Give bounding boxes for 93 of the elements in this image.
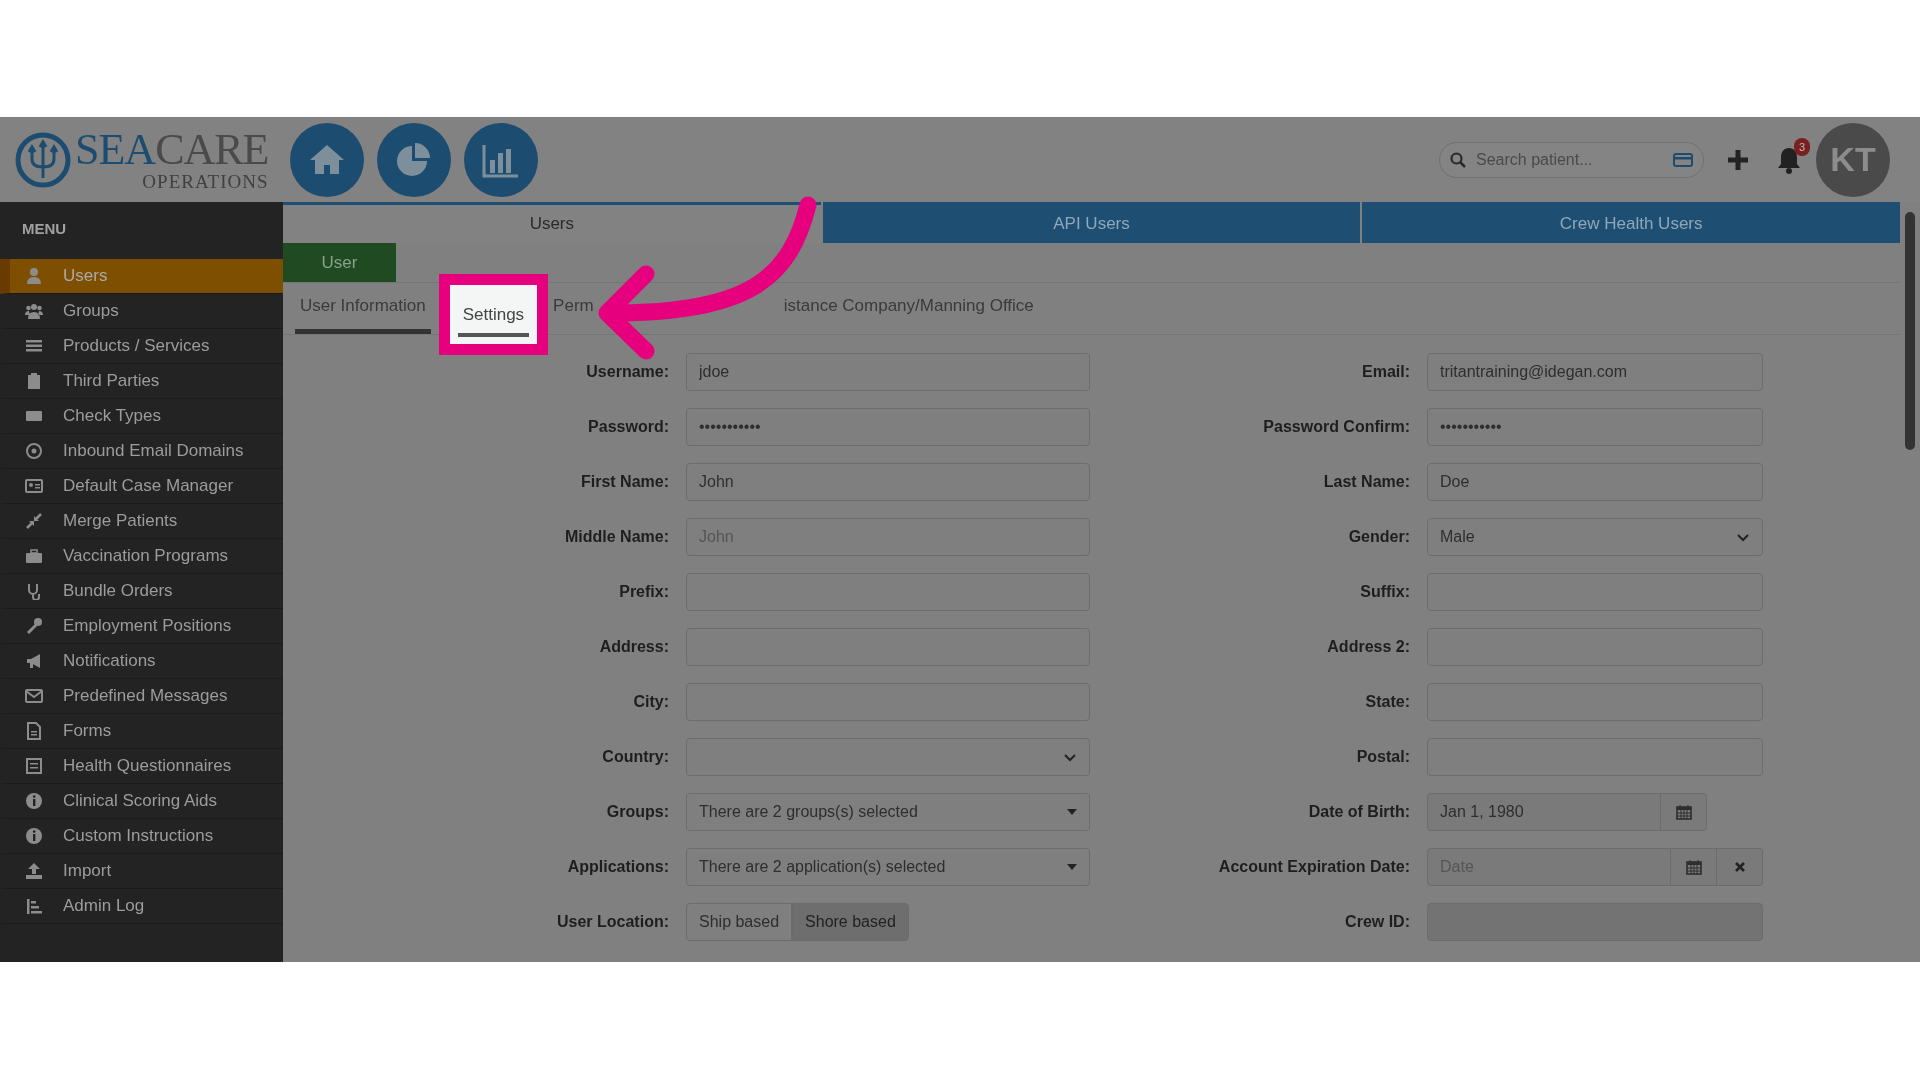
- tab[interactable]: Settings: [438, 274, 549, 355]
- field-label: Postal:: [1356, 747, 1410, 767]
- brand-name: SEACARE: [75, 128, 269, 172]
- field-label: First Name:: [580, 472, 669, 492]
- close-icon: [1733, 861, 1746, 873]
- sidebar-item[interactable]: Forms: [0, 713, 283, 749]
- field-label: Prefix:: [619, 582, 669, 602]
- sidebar-item[interactable]: Health Questionnaires: [0, 748, 283, 784]
- info-icon: [25, 791, 43, 810]
- dropdown[interactable]: [686, 738, 1090, 776]
- sidebar-item[interactable]: Admin Log: [0, 888, 283, 924]
- sidebar-item[interactable]: Merge Patients: [0, 503, 283, 539]
- input-field[interactable]: •••••••••••: [686, 408, 1090, 446]
- user-button[interactable]: User: [283, 243, 396, 282]
- tab[interactable]: Crew Health Users: [1362, 202, 1900, 243]
- user-avatar[interactable]: KT: [1816, 122, 1890, 197]
- sidebar-item[interactable]: Default Case Manager: [0, 468, 283, 504]
- toggle-option[interactable]: Shore based: [792, 903, 909, 941]
- field-label: Suffix:: [1360, 582, 1410, 602]
- id-card-icon: [25, 476, 43, 495]
- sidebar-item[interactable]: Check Types: [0, 398, 283, 434]
- brand-tagline: OPERATIONS: [141, 172, 269, 191]
- field-label: Password:: [588, 417, 669, 437]
- caret-icon: [1067, 809, 1077, 815]
- caret-icon: [1067, 864, 1077, 870]
- briefcase-icon: [25, 546, 43, 565]
- menu-title: MENU: [21, 219, 68, 239]
- sidebar-item[interactable]: Employment Positions: [0, 608, 283, 644]
- field-label: User Location:: [557, 912, 669, 932]
- dropdown[interactable]: Male: [1427, 518, 1763, 556]
- field-label: Last Name:: [1323, 472, 1410, 492]
- field-label: Groups:: [606, 802, 669, 822]
- calendar-button[interactable]: [1661, 793, 1707, 831]
- field-label: Email:: [1362, 362, 1410, 382]
- input-field[interactable]: •••••••••••: [1427, 408, 1763, 446]
- date-field[interactable]: Jan 1, 1980: [1427, 793, 1661, 831]
- dropdown[interactable]: There are 2 application(s) selected: [686, 848, 1090, 886]
- sidebar-item[interactable]: Notifications: [0, 643, 283, 679]
- sidebar-item[interactable]: Inbound Email Domains: [0, 433, 283, 469]
- search-field[interactable]: Search patient...: [1439, 141, 1704, 178]
- sidebar-item[interactable]: Clinical Scoring Aids: [0, 783, 283, 819]
- field-label: Password Confirm:: [1263, 417, 1410, 437]
- trident-logo-icon: [15, 131, 71, 188]
- sidebar-item[interactable]: Products / Services: [0, 328, 283, 364]
- chevron-down-icon: [1736, 532, 1750, 542]
- field-label: City:: [633, 692, 669, 712]
- sidebar-item[interactable]: Custom Instructions: [0, 818, 283, 854]
- tab[interactable]: Perm: [548, 283, 599, 334]
- input-field[interactable]: John: [686, 463, 1090, 501]
- sidebar-item[interactable]: Bundle Orders: [0, 573, 283, 609]
- search-icon: [1450, 151, 1466, 168]
- info-icon: [25, 826, 43, 845]
- plus-icon[interactable]: [1726, 147, 1750, 172]
- tab[interactable]: API Users: [822, 202, 1361, 243]
- field-label: Country:: [602, 747, 669, 767]
- field-label: Applications:: [567, 857, 669, 877]
- sidebar-item[interactable]: Vaccination Programs: [0, 538, 283, 574]
- input-field[interactable]: Doe: [1427, 463, 1763, 501]
- tab[interactable]: istance Company/Manning Office: [778, 283, 1039, 334]
- sidebar-item[interactable]: Predefined Messages: [0, 678, 283, 714]
- tab[interactable]: User Information: [295, 283, 431, 334]
- dropdown[interactable]: There are 2 groups(s) selected: [686, 793, 1090, 831]
- field-label: State:: [1365, 692, 1410, 712]
- field-label: Account Expiration Date:: [1218, 857, 1410, 877]
- sidebar-item[interactable]: Import: [0, 853, 283, 889]
- field-label: Username:: [586, 362, 669, 382]
- input-field[interactable]: tritantraining@idegan.com: [1427, 353, 1763, 391]
- card-icon[interactable]: [1673, 151, 1693, 168]
- field-label: Address:: [599, 637, 669, 657]
- sidebar-item[interactable]: Groups: [0, 293, 283, 329]
- search-input[interactable]: Search patient...: [1474, 146, 1665, 173]
- toggle-option[interactable]: Ship based: [686, 903, 793, 941]
- field-label: Middle Name:: [565, 527, 669, 547]
- compress-arrows-icon: [25, 511, 43, 530]
- sidebar-item[interactable]: Users: [0, 258, 283, 294]
- field-label: Address 2:: [1327, 637, 1410, 657]
- clear-button[interactable]: [1717, 848, 1763, 886]
- envelope-icon: [25, 686, 43, 705]
- stethoscope-icon: [25, 581, 43, 600]
- field-label: Date of Birth:: [1308, 802, 1410, 822]
- notification-badge: 3: [1793, 137, 1810, 156]
- document-icon: [25, 721, 43, 740]
- chevron-down-icon: [1063, 752, 1077, 762]
- group-icon: [25, 301, 43, 320]
- field-label: Crew ID:: [1345, 912, 1410, 932]
- field-label: Gender:: [1348, 527, 1410, 547]
- bar-list-icon: [25, 896, 43, 915]
- input-field[interactable]: jdoe: [686, 353, 1090, 391]
- person-icon: [25, 266, 43, 285]
- upload-icon: [25, 861, 43, 880]
- calendar-button[interactable]: [1671, 848, 1717, 886]
- megaphone-icon: [25, 651, 43, 670]
- sidebar-item[interactable]: Third Parties: [0, 363, 283, 399]
